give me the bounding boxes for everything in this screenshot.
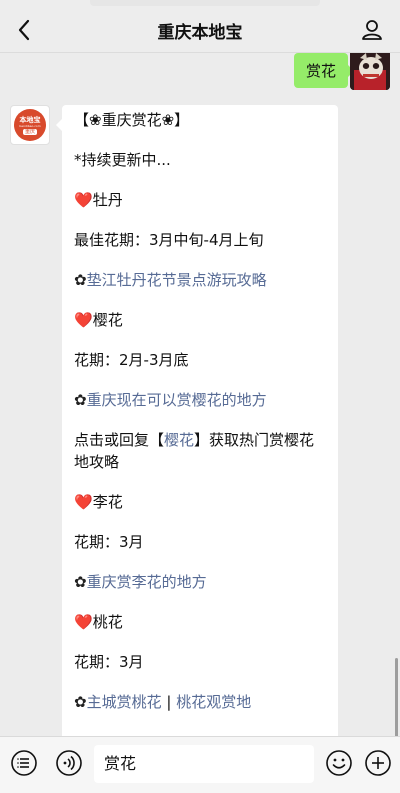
cherry-keyword-link[interactable]: 樱花 bbox=[164, 431, 194, 449]
scrollbar[interactable] bbox=[395, 658, 398, 737]
chevron-left-icon bbox=[18, 19, 30, 41]
back-button[interactable] bbox=[10, 16, 38, 44]
list-icon bbox=[11, 750, 37, 776]
reply-prefix: 点击或回复【 bbox=[74, 431, 165, 449]
heart-icon: ❤️ bbox=[74, 493, 93, 511]
chat-header: 重庆本地宝 bbox=[0, 8, 400, 53]
peony-link[interactable]: 垫江牡丹花节景点游玩攻略 bbox=[87, 271, 267, 289]
peach-link-2[interactable]: 桃花观赏地 bbox=[176, 693, 251, 711]
peony-link-row: ✿垫江牡丹花节景点游玩攻略 bbox=[74, 269, 326, 291]
more-button[interactable] bbox=[364, 749, 392, 777]
peach-period: 花期：3月 bbox=[74, 653, 144, 671]
flower-icon: ✿ bbox=[74, 573, 87, 591]
page-title: 重庆本地宝 bbox=[157, 22, 243, 43]
section-cherry: ❤️樱花 bbox=[74, 309, 326, 331]
section-name: 桃花 bbox=[92, 613, 123, 631]
emoji-button[interactable] bbox=[325, 749, 353, 777]
peach-link-1[interactable]: 主城赏桃花 bbox=[87, 693, 162, 711]
logo-name: 本地宝 bbox=[19, 115, 41, 124]
logo-badge: 本地宝 bendibao.com 重庆 bbox=[14, 109, 46, 141]
heart-icon: ❤️ bbox=[74, 311, 93, 329]
section-plum: ❤️李花 bbox=[74, 491, 326, 513]
cherry-link[interactable]: 重庆现在可以赏樱花的地方 bbox=[87, 391, 267, 409]
plum-period: 花期：3月 bbox=[74, 533, 144, 551]
heart-icon: ❤️ bbox=[74, 191, 93, 209]
section-peony: ❤️牡丹 bbox=[74, 189, 326, 211]
emoji-icon bbox=[326, 750, 352, 776]
section-name: 樱花 bbox=[92, 311, 123, 329]
cherry-link-row: ✿重庆现在可以赏樱花的地方 bbox=[74, 389, 326, 411]
cherry-reply-hint: 点击或回复【樱花】获取热门赏樱花地攻略 bbox=[74, 429, 326, 473]
heart-icon: ❤️ bbox=[74, 613, 93, 631]
incoming-message: 【❀重庆赏花❀】 *持续更新中... ❤️牡丹 最佳花期：3月中旬-4月上旬 ✿… bbox=[56, 105, 338, 737]
message-status: *持续更新中... bbox=[74, 151, 171, 169]
section-name: 牡丹 bbox=[92, 191, 123, 209]
plum-link-row: ✿重庆赏李花的地方 bbox=[74, 571, 326, 593]
message-title: 【❀重庆赏花❀】 bbox=[74, 111, 190, 129]
status-ghost bbox=[90, 0, 320, 6]
status-strip bbox=[0, 0, 400, 8]
outgoing-text: 赏花 bbox=[305, 62, 336, 80]
section-name: 李花 bbox=[92, 493, 123, 511]
flower-icon: ✿ bbox=[74, 391, 87, 409]
input-value: 赏花 bbox=[104, 754, 137, 773]
voice-button[interactable] bbox=[55, 749, 83, 777]
section-peach: ❤️桃花 bbox=[74, 611, 326, 633]
link-separator: | bbox=[161, 693, 177, 711]
official-account-avatar[interactable]: 本地宝 bendibao.com 重庆 bbox=[10, 105, 50, 145]
plum-link[interactable]: 重庆赏李花的地方 bbox=[87, 573, 207, 591]
profile-button[interactable] bbox=[358, 16, 386, 44]
avatar-image bbox=[350, 53, 390, 90]
voice-icon bbox=[56, 750, 82, 776]
input-bar: 赏花 bbox=[0, 736, 400, 793]
person-icon bbox=[362, 20, 382, 40]
my-avatar[interactable] bbox=[350, 53, 390, 90]
peach-link-row: ✿主城赏桃花 | 桃花观赏地 bbox=[74, 691, 326, 713]
peony-period: 最佳花期：3月中旬-4月上旬 bbox=[74, 231, 264, 249]
message-input[interactable]: 赏花 bbox=[94, 745, 314, 783]
flower-icon: ✿ bbox=[74, 271, 87, 289]
chat-area[interactable]: 赏花 本地宝 bendibao.com 重庆 【❀重庆赏花❀】 *持续更新中..… bbox=[0, 53, 400, 737]
menu-button[interactable] bbox=[10, 749, 38, 777]
logo-domain: bendibao.com bbox=[19, 123, 41, 128]
cherry-period: 花期：2月-3月底 bbox=[74, 351, 189, 369]
plus-icon bbox=[365, 750, 391, 776]
logo-city: 重庆 bbox=[22, 128, 37, 135]
outgoing-message[interactable]: 赏花 bbox=[293, 53, 355, 88]
flower-icon: ✿ bbox=[74, 693, 87, 711]
